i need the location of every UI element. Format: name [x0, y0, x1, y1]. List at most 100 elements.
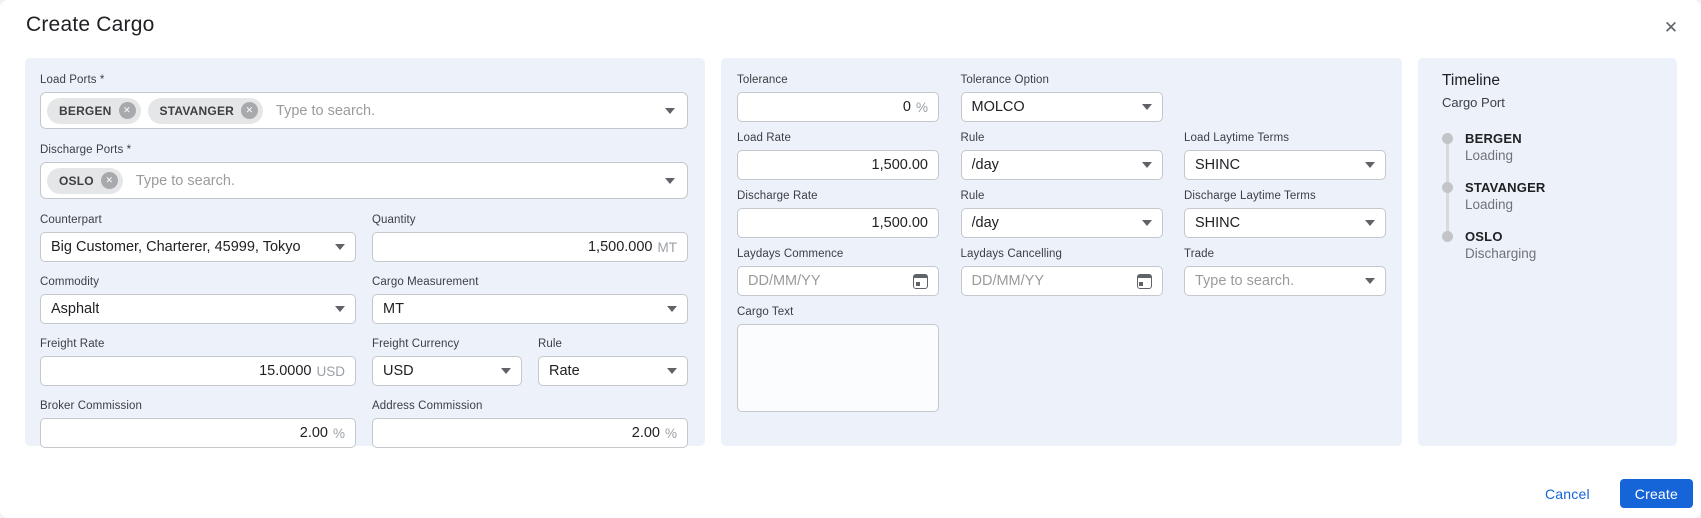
address-commission-label: Address Commission — [372, 400, 483, 412]
load-laytime-terms-value: SHINC — [1195, 157, 1241, 173]
discharge-laytime-terms-value: SHINC — [1195, 215, 1241, 231]
trade-input[interactable]: Type to search. — [1184, 266, 1386, 296]
close-icon[interactable]: ✕ — [1658, 15, 1684, 41]
counterpart-value: Big Customer, Charterer, 45999, Tokyo — [51, 239, 301, 255]
chevron-down-icon — [501, 368, 511, 374]
load-rule-value: /day — [971, 157, 999, 173]
broker-commission-label: Broker Commission — [40, 400, 143, 412]
counterpart-select[interactable]: Big Customer, Charterer, 45999, Tokyo — [40, 232, 356, 262]
load-laytime-terms-select[interactable]: SHINC — [1184, 150, 1386, 180]
chip-remove-icon[interactable]: ✕ — [241, 102, 259, 119]
quantity-input[interactable]: 1,500.000 MT — [372, 232, 688, 262]
timeline-port: STAVANGER — [1465, 180, 1546, 195]
chevron-down-icon — [1365, 278, 1375, 284]
commodity-value: Asphalt — [51, 301, 100, 317]
load-rate-value: 1,500.00 — [871, 157, 928, 173]
timeline-dot-icon — [1442, 231, 1453, 242]
calendar-icon[interactable] — [913, 273, 928, 289]
cargo-text-label: Cargo Text — [737, 306, 794, 318]
freight-rule-label: Rule — [538, 338, 563, 350]
timeline-activity: Discharging — [1465, 246, 1537, 261]
tolerance-unit: % — [915, 99, 928, 115]
laydays-cancelling-input[interactable]: DD/MM/YY — [960, 266, 1163, 296]
tolerance-label: Tolerance — [737, 74, 788, 86]
load-rate-input[interactable]: 1,500.00 — [737, 150, 939, 180]
tolerance-input[interactable]: 0 % — [737, 92, 939, 122]
cargo-measurement-select[interactable]: MT — [372, 294, 688, 324]
load-rule-label: Rule — [960, 132, 985, 144]
cargo-main-panel: Load Ports * BERGEN ✕ STAVANGER ✕ Type t… — [25, 58, 705, 448]
load-ports-label: Load Ports * — [40, 74, 105, 86]
cancel-button[interactable]: Cancel — [1537, 480, 1598, 508]
freight-rate-input[interactable]: 15.0000 USD — [40, 356, 356, 386]
freight-rate-label: Freight Rate — [40, 338, 105, 350]
freight-currency-select[interactable]: USD — [372, 356, 522, 386]
discharge-rate-input[interactable]: 1,500.00 — [737, 208, 939, 238]
timeline-panel: Timeline Cargo Port BERGEN Loading STAVA… — [1418, 58, 1677, 446]
chip-label: BERGEN — [59, 103, 112, 118]
load-ports-placeholder: Type to search. — [276, 102, 376, 119]
trade-placeholder: Type to search. — [1195, 273, 1295, 289]
load-rule-select[interactable]: /day — [960, 150, 1163, 180]
chip-remove-icon[interactable]: ✕ — [100, 172, 118, 189]
cargo-terms-panel: Tolerance 0 % Tolerance Option MOLCO Loa… — [721, 58, 1402, 446]
chevron-down-icon — [667, 306, 677, 312]
timeline-activity: Loading — [1465, 148, 1514, 163]
chevron-down-icon — [335, 306, 345, 312]
discharge-rule-label: Rule — [960, 190, 985, 202]
discharge-laytime-terms-label: Discharge Laytime Terms — [1184, 190, 1316, 202]
laydays-commence-placeholder: DD/MM/YY — [748, 273, 821, 289]
broker-commission-input[interactable]: 2.00 % — [40, 418, 356, 448]
timeline-dot-icon — [1442, 182, 1453, 193]
commodity-select[interactable]: Asphalt — [40, 294, 356, 324]
tolerance-option-label: Tolerance Option — [960, 74, 1050, 86]
timeline-title: Timeline — [1442, 72, 1500, 89]
discharge-port-chip: OSLO ✕ — [47, 167, 123, 194]
discharge-ports-input[interactable]: OSLO ✕ Type to search. — [40, 162, 688, 199]
chevron-down-icon[interactable] — [665, 177, 675, 184]
create-button[interactable]: Create — [1619, 479, 1693, 508]
chevron-down-icon — [1141, 162, 1152, 168]
broker-commission-value: 2.00 — [299, 425, 328, 441]
chevron-down-icon — [1365, 220, 1375, 226]
quantity-unit: MT — [657, 239, 678, 255]
chip-label: STAVANGER — [159, 103, 235, 118]
address-commission-input[interactable]: 2.00 % — [372, 418, 688, 448]
chevron-down-icon — [1141, 104, 1152, 110]
laydays-cancelling-placeholder: DD/MM/YY — [971, 273, 1045, 289]
page-title: Create Cargo — [26, 13, 155, 36]
broker-commission-unit: % — [332, 425, 345, 441]
discharge-rule-select[interactable]: /day — [960, 208, 1163, 238]
load-port-chip: BERGEN ✕ — [47, 97, 141, 124]
laydays-cancelling-label: Laydays Cancelling — [960, 248, 1063, 260]
tolerance-option-select[interactable]: MOLCO — [960, 92, 1163, 122]
cargo-measurement-label: Cargo Measurement — [372, 276, 479, 288]
load-port-chip: STAVANGER ✕ — [147, 97, 264, 124]
chevron-down-icon — [1365, 162, 1375, 168]
discharge-ports-placeholder: Type to search. — [135, 172, 235, 189]
discharge-laytime-terms-select[interactable]: SHINC — [1184, 208, 1386, 238]
discharge-rule-value: /day — [971, 215, 999, 231]
timeline-port: OSLO — [1465, 229, 1503, 244]
trade-label: Trade — [1184, 248, 1215, 260]
chevron-down-icon — [667, 368, 677, 374]
timeline-item: OSLO Discharging — [1442, 229, 1657, 261]
chevron-down-icon[interactable] — [665, 107, 675, 114]
counterpart-label: Counterpart — [40, 214, 102, 226]
laydays-commence-input[interactable]: DD/MM/YY — [737, 266, 939, 296]
timeline-subtitle: Cargo Port — [1442, 95, 1505, 110]
quantity-label: Quantity — [372, 214, 416, 226]
timeline-item: BERGEN Loading — [1442, 131, 1657, 163]
form-panels: Load Ports * BERGEN ✕ STAVANGER ✕ Type t… — [25, 58, 1677, 448]
freight-rule-select[interactable]: Rate — [538, 356, 688, 386]
empty-cell — [1184, 74, 1386, 122]
laydays-commence-label: Laydays Commence — [737, 248, 844, 260]
quantity-value: 1,500.000 — [587, 239, 653, 255]
chip-remove-icon[interactable]: ✕ — [118, 102, 136, 119]
cargo-text-input[interactable] — [737, 324, 939, 412]
commodity-label: Commodity — [40, 276, 100, 288]
load-ports-input[interactable]: BERGEN ✕ STAVANGER ✕ Type to search. — [40, 92, 688, 129]
freight-rate-value: 15.0000 — [259, 363, 312, 379]
calendar-icon[interactable] — [1136, 273, 1152, 289]
tolerance-option-value: MOLCO — [971, 99, 1025, 115]
